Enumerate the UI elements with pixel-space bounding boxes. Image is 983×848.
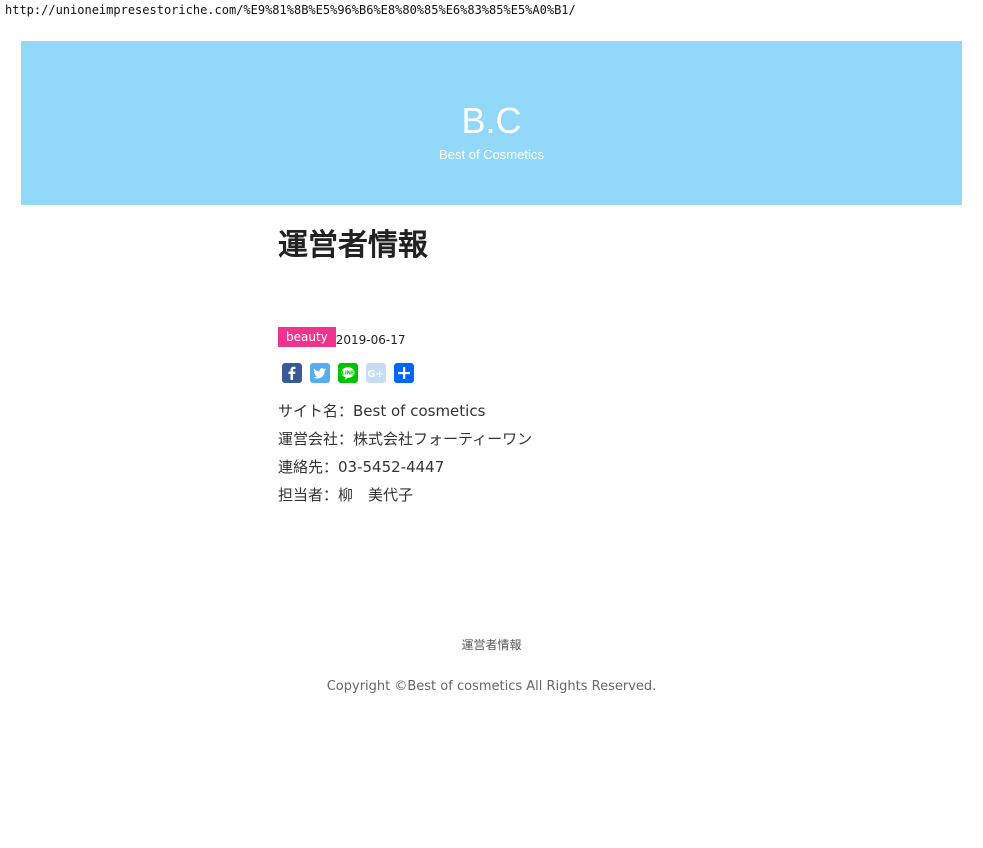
footer-link-operator[interactable]: 運営者情報	[461, 638, 521, 652]
site-header: B.C Best of Cosmetics	[21, 41, 962, 205]
person-line: 担当者：柳 美代子	[278, 486, 414, 504]
share-buttons: LINE G+	[278, 363, 698, 383]
site-logo[interactable]: B.C	[21, 101, 962, 141]
svg-text:LINE: LINE	[342, 370, 355, 376]
google-plus-icon[interactable]: G+	[366, 363, 386, 383]
site-name-line: サイト名：Best of cosmetics	[278, 402, 486, 420]
category-badge[interactable]: beauty	[278, 327, 336, 347]
copyright: Copyright ©Best of cosmetics All Rights …	[326, 679, 657, 694]
post-meta: beauty 2019-06-17	[278, 325, 698, 347]
address-bar[interactable]: http://unioneimpresestoriche.com/%E9%81%…	[5, 3, 576, 17]
svg-text:G+: G+	[367, 369, 384, 380]
post-content: 運営者情報 beauty 2019-06-17 LINE G+ サイト名：Bes…	[278, 225, 698, 509]
site-tagline: Best of Cosmetics	[439, 147, 544, 162]
share-plus-icon[interactable]	[394, 363, 414, 383]
line-icon[interactable]: LINE	[338, 363, 358, 383]
operator-info: サイト名：Best of cosmetics 運営会社：株式会社フォーティーワン…	[278, 397, 698, 509]
page-title: 運営者情報	[278, 228, 428, 263]
facebook-icon[interactable]	[282, 363, 302, 383]
contact-line: 連絡先：03-5452-4447	[278, 458, 445, 476]
company-line: 運営会社：株式会社フォーティーワン	[278, 430, 533, 448]
twitter-icon[interactable]	[310, 363, 330, 383]
footer-nav: 運営者情報	[0, 636, 983, 653]
post-date: 2019-06-17	[335, 333, 406, 347]
